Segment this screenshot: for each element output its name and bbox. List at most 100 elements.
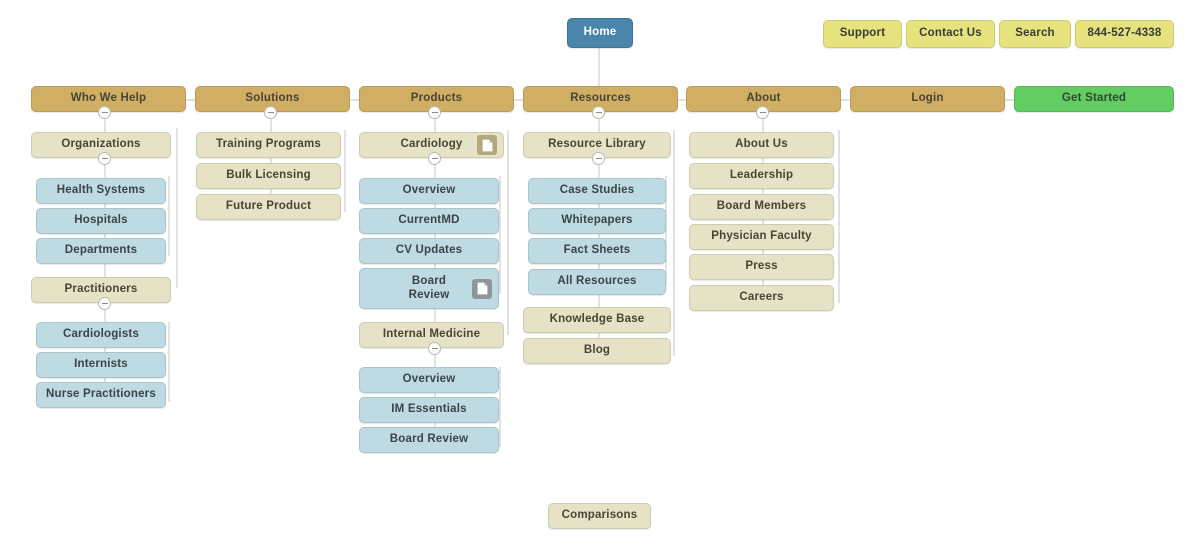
node-about-us-label: About Us — [735, 138, 788, 151]
node-nurse-practitioners[interactable]: Nurse Practitioners — [36, 382, 166, 408]
node-press-label: Press — [745, 260, 778, 273]
node-internal-medicine-overview[interactable]: Overview — [359, 367, 499, 393]
node-departments[interactable]: Departments — [36, 238, 166, 264]
node-all-resources-label: All Resources — [557, 275, 637, 288]
connector-products-right-rail — [507, 130, 509, 335]
nav-item-login-label: Login — [911, 92, 944, 105]
node-health-systems[interactable]: Health Systems — [36, 178, 166, 204]
connector-whowehelp-right-rail — [176, 128, 178, 288]
node-about-us[interactable]: About Us — [689, 132, 834, 158]
node-im-essentials[interactable]: IM Essentials — [359, 397, 499, 423]
node-training-programs[interactable]: Training Programs — [196, 132, 341, 158]
document-icon — [472, 278, 492, 299]
node-organizations-label: Organizations — [61, 138, 141, 151]
node-cardiology-overview[interactable]: Overview — [359, 178, 499, 204]
node-hospitals[interactable]: Hospitals — [36, 208, 166, 234]
nav-item-about-label: About — [746, 92, 781, 105]
utility-nav-support[interactable]: Support — [823, 20, 902, 48]
connector-resources-right-rail — [673, 130, 675, 356]
node-careers-label: Careers — [739, 291, 784, 304]
connector-about-right-rail — [838, 130, 840, 303]
node-departments-label: Departments — [64, 244, 138, 257]
node-internists-label: Internists — [74, 358, 128, 371]
node-im-board-review[interactable]: Board Review — [359, 427, 499, 453]
node-cv-updates[interactable]: CV Updates — [359, 238, 499, 264]
node-comparisons[interactable]: Comparisons — [548, 503, 651, 529]
toggle-organizations[interactable] — [98, 152, 111, 165]
node-fact-sheets-label: Fact Sheets — [563, 244, 631, 257]
toggle-resources[interactable] — [592, 106, 605, 119]
utility-nav-contact-us[interactable]: Contact Us — [906, 20, 995, 48]
toggle-solutions[interactable] — [264, 106, 277, 119]
connector-organizations-right-rail — [168, 176, 170, 256]
node-case-studies[interactable]: Case Studies — [528, 178, 666, 204]
node-cv-updates-label: CV Updates — [395, 244, 463, 257]
node-whitepapers[interactable]: Whitepapers — [528, 208, 666, 234]
node-comparisons-label: Comparisons — [561, 509, 638, 522]
node-health-systems-label: Health Systems — [56, 184, 146, 197]
toggle-practitioners[interactable] — [98, 297, 111, 310]
node-board-members[interactable]: Board Members — [689, 194, 834, 220]
toggle-cardiology[interactable] — [428, 152, 441, 165]
node-home-label: Home — [583, 26, 617, 39]
connector-home-stem — [598, 48, 600, 86]
node-blog[interactable]: Blog — [523, 338, 671, 364]
toggle-who-we-help[interactable] — [98, 106, 111, 119]
connector-practitioners-right-rail — [168, 322, 170, 402]
node-im-essentials-label: IM Essentials — [391, 403, 467, 416]
node-cardiology-board-review[interactable]: Board Review — [359, 268, 499, 309]
node-future-product[interactable]: Future Product — [196, 194, 341, 220]
node-hospitals-label: Hospitals — [74, 214, 128, 227]
node-cardiology-board-review-label-line1: Board — [411, 275, 447, 288]
node-cardiology-board-review-label-line2: Review — [408, 288, 450, 301]
node-leadership[interactable]: Leadership — [689, 163, 834, 189]
node-home[interactable]: Home — [567, 18, 633, 48]
nav-item-solutions-label: Solutions — [245, 92, 300, 105]
node-cardiology-label: Cardiology — [400, 138, 463, 151]
node-resource-library-label: Resource Library — [548, 138, 646, 151]
node-internists[interactable]: Internists — [36, 352, 166, 378]
node-board-members-label: Board Members — [716, 200, 807, 213]
node-currentmd[interactable]: CurrentMD — [359, 208, 499, 234]
node-case-studies-label: Case Studies — [559, 184, 635, 197]
utility-nav-phone[interactable]: 844-527-4338 — [1075, 20, 1174, 48]
node-careers[interactable]: Careers — [689, 285, 834, 311]
node-cardiologists[interactable]: Cardiologists — [36, 322, 166, 348]
node-knowledge-base-label: Knowledge Base — [549, 313, 645, 326]
nav-item-who-we-help-label: Who We Help — [70, 92, 147, 105]
nav-item-get-started[interactable]: Get Started — [1014, 86, 1174, 112]
node-leadership-label: Leadership — [729, 169, 794, 182]
node-all-resources[interactable]: All Resources — [528, 269, 666, 295]
sitemap-canvas: Home Support Contact Us Search 844-527-4… — [0, 0, 1200, 553]
node-internal-medicine-label: Internal Medicine — [382, 328, 481, 341]
node-bulk-licensing-label: Bulk Licensing — [226, 169, 311, 182]
nav-item-login[interactable]: Login — [850, 86, 1005, 112]
toggle-about[interactable] — [756, 106, 769, 119]
node-future-product-label: Future Product — [225, 200, 312, 213]
utility-nav-search-label: Search — [1015, 27, 1055, 40]
toggle-internal-medicine[interactable] — [428, 342, 441, 355]
node-bulk-licensing[interactable]: Bulk Licensing — [196, 163, 341, 189]
document-icon — [477, 135, 497, 155]
node-physician-faculty[interactable]: Physician Faculty — [689, 224, 834, 250]
node-practitioners-label: Practitioners — [64, 283, 138, 296]
utility-nav-phone-label: 844-527-4338 — [1087, 27, 1162, 40]
node-physician-faculty-label: Physician Faculty — [711, 230, 812, 243]
connector-internalmed-right-rail — [499, 367, 501, 447]
node-cardiology-overview-label: Overview — [402, 184, 456, 197]
connector-solutions-right-rail — [344, 130, 346, 212]
node-knowledge-base[interactable]: Knowledge Base — [523, 307, 671, 333]
toggle-resource-library[interactable] — [592, 152, 605, 165]
node-blog-label: Blog — [583, 344, 611, 357]
node-whitepapers-label: Whitepapers — [561, 214, 633, 227]
node-cardiologists-label: Cardiologists — [62, 328, 140, 341]
toggle-products[interactable] — [428, 106, 441, 119]
node-fact-sheets[interactable]: Fact Sheets — [528, 238, 666, 264]
nav-item-resources-label: Resources — [570, 92, 631, 105]
node-internal-medicine-overview-label: Overview — [402, 373, 456, 386]
node-training-programs-label: Training Programs — [215, 138, 321, 151]
node-currentmd-label: CurrentMD — [398, 214, 460, 227]
utility-nav-search[interactable]: Search — [999, 20, 1071, 48]
node-press[interactable]: Press — [689, 254, 834, 280]
node-nurse-practitioners-label: Nurse Practitioners — [46, 388, 156, 401]
